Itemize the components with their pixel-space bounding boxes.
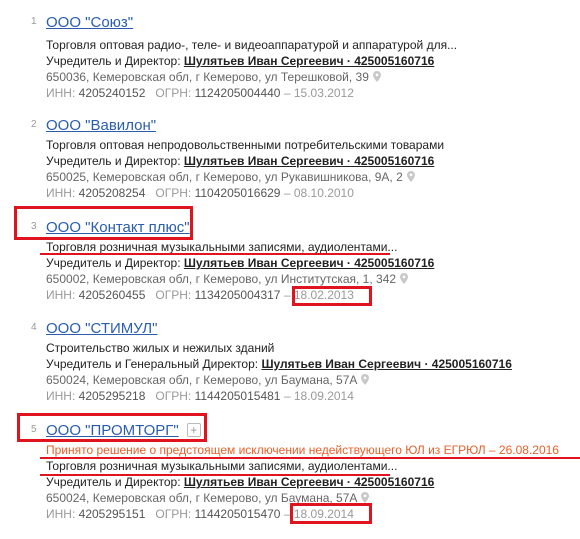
address-text: 650025, Кемеровская обл, г Кемерово, ул … [46,170,403,184]
role-label: Учредитель и Директор: [46,154,181,168]
inn-label: ИНН: [46,186,76,200]
company-name-link[interactable]: ООО "Союз" [46,14,133,31]
ogrn-value: 1144205015470 [194,507,281,521]
role-label: Учредитель и Директор: [46,256,181,270]
founder-link[interactable]: Шулятьев Иван Сергеевич · 425005160716 [261,357,511,371]
highlight-box-date-5 [290,503,372,524]
ogrn-label: ОГРН: [155,86,192,100]
inn-label: ИНН: [46,507,76,521]
inn-value: 4205208254 [78,186,146,200]
highlight-underline-notice-5 [40,457,580,459]
inn-label: ИНН: [46,288,76,302]
dash-separator: – [283,186,291,200]
inn-label: ИНН: [46,389,76,403]
ogrn-label: ОГРН: [155,507,192,521]
company-name-link[interactable]: ООО "СТИМУЛ" [46,320,157,337]
address-line: 650002, Кемеровская обл, г Кемерово, ул … [46,271,409,287]
entry-number: 2 [31,119,37,130]
company-activity: Строительство жилых и нежилых зданий [46,341,275,355]
founder-line: Учредитель и Директор: Шулятьев Иван Сер… [46,53,434,69]
entry-number: 4 [31,322,37,333]
address-line: 650025, Кемеровская обл, г Кемерово, ул … [46,169,415,185]
company-name-link[interactable]: ООО "Вавилон" [46,117,156,134]
registration-date: 18.09.2014 [293,389,354,403]
address-line: 650024, Кемеровская обл, г Кемерово, ул … [46,372,370,388]
map-pin-icon[interactable] [361,492,370,503]
founder-line: Учредитель и Директор: Шулятьев Иван Сер… [46,474,434,490]
founder-link[interactable]: Шулятьев Иван Сергеевич · 425005160716 [184,154,434,168]
ogrn-value: 1144205015481 [194,389,281,403]
dash-separator: – [283,86,291,100]
role-label: Учредитель и Генеральный Директор: [46,357,259,371]
role-label: Учредитель и Директор: [46,475,181,489]
founder-line: Учредитель и Директор: Шулятьев Иван Сер… [46,153,434,169]
founder-link[interactable]: Шулятьев Иван Сергеевич · 425005160716 [184,54,434,68]
inn-value: 4205295151 [78,507,146,521]
highlight-box-name-3 [14,206,193,240]
highlight-underline-activity-5 [40,474,390,476]
dash-separator: – [283,389,291,403]
inn-value: 4205295218 [78,389,146,403]
ids-line: ИНН: 4205240152 ОГРН: 1124205004440 – 15… [46,85,354,101]
highlight-box-name-5 [17,413,207,442]
ogrn-label: ОГРН: [155,186,192,200]
address-text: 650036, Кемеровская обл, г Кемерово, ул … [46,70,369,84]
company-activity: Торговля розничная музыкальными записями… [46,459,398,473]
map-pin-icon[interactable] [400,273,409,284]
address-text: 650024, Кемеровская обл, г Кемерово, ул … [46,373,358,387]
entry-number: 1 [31,16,37,27]
dash-separator: – [283,288,291,302]
founder-link[interactable]: Шулятьев Иван Сергеевич · 425005160716 [184,256,434,270]
ogrn-label: ОГРН: [155,288,192,302]
ogrn-value: 1134205004317 [194,288,281,302]
address-text: 650002, Кемеровская обл, г Кемерово, ул … [46,272,397,286]
address-line: 650036, Кемеровская обл, г Кемерово, ул … [46,69,381,85]
highlight-underline-activity-3 [40,253,390,255]
ogrn-label: ОГРН: [155,389,192,403]
ogrn-value: 1124205004440 [194,86,281,100]
ids-line: ИНН: 4205295218 ОГРН: 1144205015481 – 18… [46,388,354,404]
registration-date: 08.10.2010 [293,186,354,200]
founder-line: Учредитель и Генеральный Директор: Шулят… [46,356,512,372]
highlight-box-date-3 [292,286,372,306]
inn-value: 4205240152 [78,86,146,100]
map-pin-icon[interactable] [361,374,370,385]
inn-value: 4205260455 [78,288,146,302]
liquidation-notice: Принято решение о предстоящем исключении… [46,443,559,457]
ids-line: ИНН: 4205208254 ОГРН: 1104205016629 – 08… [46,185,354,201]
registration-date: 15.03.2012 [293,86,354,100]
inn-label: ИНН: [46,86,76,100]
map-pin-icon[interactable] [406,171,415,182]
map-pin-icon[interactable] [372,71,381,82]
founder-line: Учредитель и Директор: Шулятьев Иван Сер… [46,255,434,271]
ogrn-value: 1104205016629 [194,186,281,200]
role-label: Учредитель и Директор: [46,54,181,68]
company-activity: Торговля оптовая радио-, теле- и видеоап… [46,38,458,52]
founder-link[interactable]: Шулятьев Иван Сергеевич · 425005160716 [184,475,434,489]
company-activity: Торговля оптовая непродовольственными по… [46,138,445,152]
